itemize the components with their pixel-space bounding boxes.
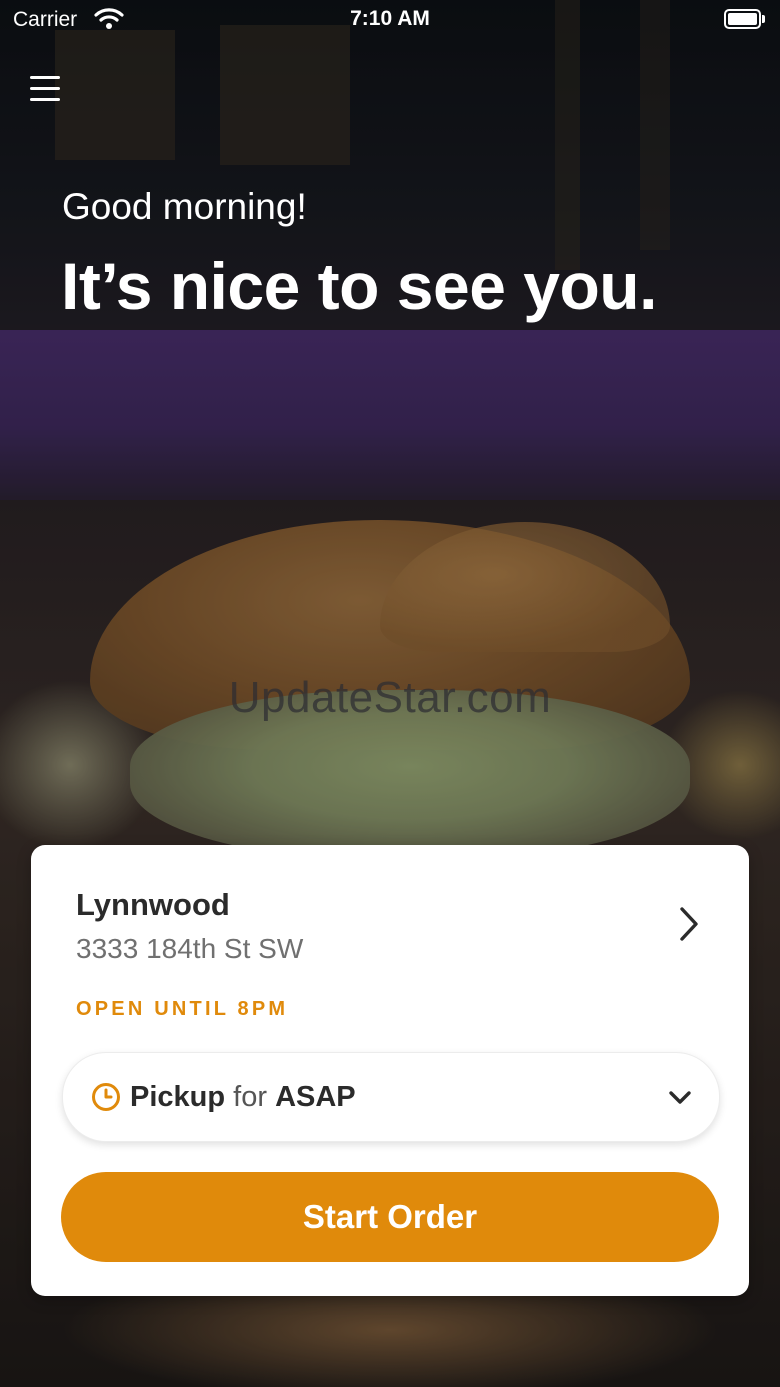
order-card: Lynnwood 3333 184th St SW OPEN UNTIL 8PM… xyxy=(31,845,749,1296)
order-mode-text: Pickup for ASAP xyxy=(130,1081,356,1114)
open-status: OPEN UNTIL 8PM xyxy=(76,998,289,1020)
battery-icon xyxy=(724,9,765,29)
order-mode-select[interactable]: Pickup for ASAP xyxy=(62,1052,720,1142)
page-headline: It’s nice to see you. xyxy=(61,249,657,323)
order-connector: for xyxy=(233,1081,267,1113)
chevron-right-icon xyxy=(677,905,701,948)
greeting-text: Good morning! xyxy=(62,186,307,227)
location-selector[interactable]: Lynnwood 3333 184th St SW xyxy=(31,845,749,985)
watermark: UpdateStar.com xyxy=(228,673,552,722)
location-name: Lynnwood xyxy=(76,887,230,922)
status-bar: Carrier 7:10 AM xyxy=(0,0,780,40)
start-order-button[interactable]: Start Order xyxy=(61,1172,719,1262)
order-time: ASAP xyxy=(275,1081,356,1113)
order-type: Pickup xyxy=(130,1081,226,1113)
location-address: 3333 184th St SW xyxy=(76,933,304,964)
clock-icon xyxy=(91,1082,121,1117)
chevron-down-icon xyxy=(667,1089,693,1112)
hamburger-menu-icon xyxy=(30,76,60,79)
menu-button[interactable] xyxy=(27,72,65,108)
status-time: 7:10 AM xyxy=(350,7,430,30)
